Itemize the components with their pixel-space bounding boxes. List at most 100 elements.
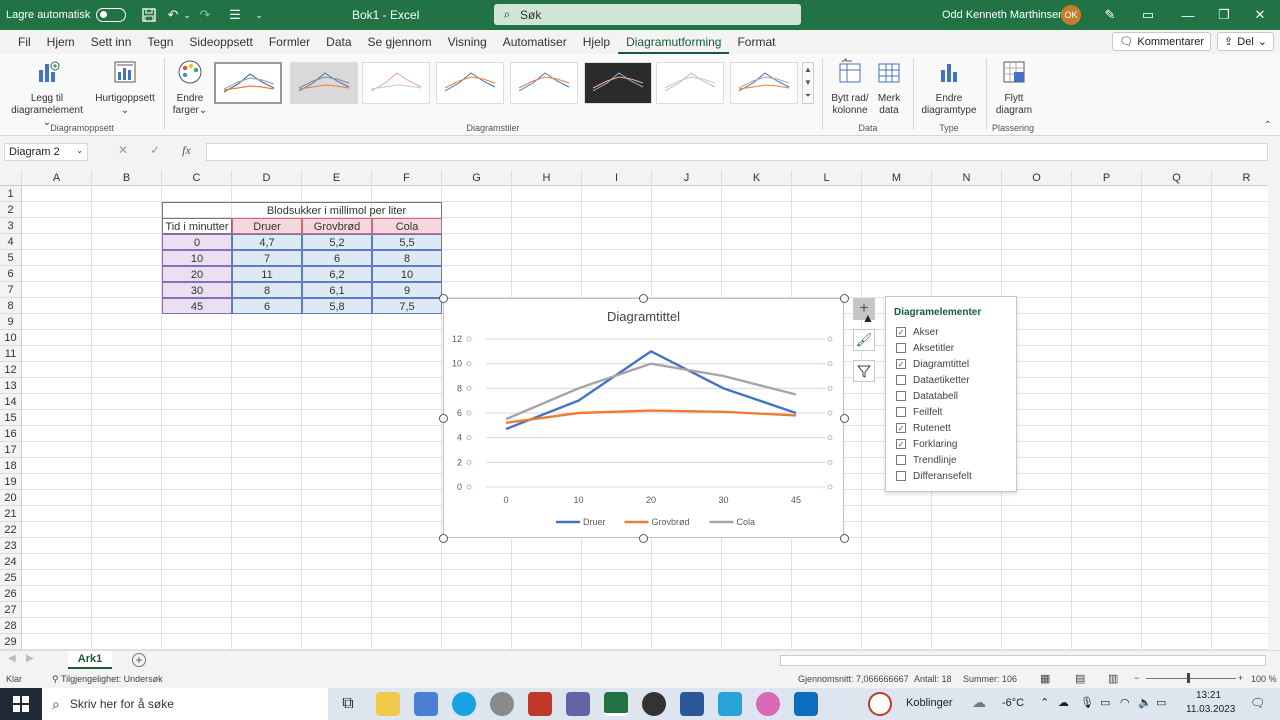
excel-icon[interactable] <box>604 692 628 716</box>
weather-temp[interactable]: -6°C <box>1002 697 1024 709</box>
page-break-icon[interactable]: ▥ <box>1108 672 1118 685</box>
zoom-in-icon[interactable]: + <box>1238 673 1243 683</box>
table-cell[interactable]: 10 <box>162 250 232 266</box>
maximize-icon[interactable]: ❐ <box>1214 5 1234 25</box>
table-header-series[interactable]: Cola <box>372 218 442 234</box>
autosave-toggle[interactable] <box>96 8 127 22</box>
resize-handle[interactable] <box>840 414 849 423</box>
row-header[interactable]: 15 <box>0 410 22 426</box>
column-header[interactable]: O <box>1002 170 1072 186</box>
table-cell[interactable]: 11 <box>232 266 302 282</box>
add-sheet-icon[interactable]: + <box>132 653 146 667</box>
app-icon[interactable] <box>718 692 742 716</box>
row-header[interactable]: 23 <box>0 538 22 554</box>
row-header[interactable]: 19 <box>0 474 22 490</box>
column-header[interactable]: P <box>1072 170 1142 186</box>
checkbox[interactable] <box>896 407 906 417</box>
resize-handle[interactable] <box>439 294 448 303</box>
taskbar-search[interactable]: ⌕ Skriv her for å søke <box>42 688 328 720</box>
row-header[interactable]: 7 <box>0 282 22 298</box>
tab-fil[interactable]: Fil <box>10 30 39 54</box>
search-box[interactable]: ⌕ Søk <box>494 4 801 25</box>
app-tray-icon[interactable]: ▭ <box>1100 696 1110 709</box>
chart-style-4[interactable] <box>436 62 504 104</box>
tab-tegn[interactable]: Tegn <box>139 30 181 54</box>
speaker-icon[interactable]: 🔈 <box>1138 696 1152 709</box>
chart-element-option[interactable]: ✓ Akser <box>896 325 939 339</box>
collapse-ribbon-icon[interactable]: ⌃ <box>1264 120 1272 131</box>
tab-automatiser[interactable]: Automatiser <box>495 30 575 54</box>
switch-row-column-button[interactable]: Bytt rad/ kolonne <box>828 58 872 117</box>
chart[interactable]: Diagramtittel 0 2 4 6 8 10 12 0 10 20 30 45 Druer Gro… <box>443 298 844 538</box>
outlook-icon[interactable] <box>794 692 818 716</box>
accessibility-status[interactable]: ⚲ Tilgjengelighet: Undersøk <box>52 674 163 685</box>
row-header[interactable]: 25 <box>0 570 22 586</box>
resize-handle[interactable] <box>639 294 648 303</box>
row-header[interactable]: 22 <box>0 522 22 538</box>
tab-diagramutforming[interactable]: Diagramutforming <box>618 30 730 54</box>
close-icon[interactable]: ✕ <box>1250 5 1270 25</box>
formula-input[interactable] <box>206 143 1268 161</box>
row-header[interactable]: 5 <box>0 250 22 266</box>
table-cell[interactable]: 0 <box>162 234 232 250</box>
column-header[interactable]: B <box>92 170 162 186</box>
file-explorer-icon[interactable] <box>376 692 400 716</box>
column-header[interactable]: M <box>862 170 932 186</box>
table-cell[interactable]: 8 <box>372 250 442 266</box>
microphone-icon[interactable]: 🎙 <box>1080 696 1094 709</box>
app-icon[interactable] <box>490 692 514 716</box>
resize-handle[interactable] <box>840 534 849 543</box>
row-header[interactable]: 12 <box>0 362 22 378</box>
chart-element-option[interactable]: Feilfelt <box>896 405 942 419</box>
row-header[interactable]: 8 <box>0 298 22 314</box>
table-cell[interactable]: 7 <box>232 250 302 266</box>
change-colors-button[interactable]: Endre farger⌄ <box>170 58 210 117</box>
row-header[interactable]: 17 <box>0 442 22 458</box>
column-header[interactable]: Q <box>1142 170 1212 186</box>
tab-format[interactable]: Format <box>729 30 783 54</box>
checkbox[interactable] <box>896 343 906 353</box>
chart-element-option[interactable]: Trendlinje <box>896 453 957 467</box>
table-cell[interactable]: 9 <box>372 282 442 298</box>
row-header[interactable]: 26 <box>0 586 22 602</box>
checkbox-checked[interactable]: ✓ <box>896 439 906 449</box>
fx-icon[interactable]: fx <box>182 143 191 158</box>
zoom-level[interactable]: 100 % <box>1251 674 1277 684</box>
column-header[interactable]: R <box>1212 170 1268 186</box>
zoom-slider-thumb[interactable] <box>1187 673 1190 683</box>
app-icon[interactable] <box>756 692 780 716</box>
chart-style-7[interactable] <box>656 62 724 104</box>
table-cell[interactable]: 6 <box>302 250 372 266</box>
sheet-tab-ark1[interactable]: Ark1 <box>68 651 112 669</box>
network-label[interactable]: Koblinger <box>906 697 952 709</box>
column-header[interactable]: A <box>22 170 92 186</box>
chart-element-option[interactable]: ✓ Forklaring <box>896 437 957 451</box>
column-header[interactable]: G <box>442 170 512 186</box>
tab-sett-inn[interactable]: Sett inn <box>83 30 140 54</box>
table-cell[interactable]: 10 <box>372 266 442 282</box>
quick-access-menu-icon[interactable]: ⌄ <box>248 4 270 26</box>
task-view-icon[interactable]: ⧉ <box>336 692 360 716</box>
table-cell[interactable]: 5,5 <box>372 234 442 250</box>
table-cell[interactable]: 45 <box>162 298 232 314</box>
column-header[interactable]: L <box>792 170 862 186</box>
table-cell[interactable]: 7,5 <box>372 298 442 314</box>
tab-formler[interactable]: Formler <box>261 30 318 54</box>
chart-style-3[interactable] <box>362 62 430 104</box>
column-header[interactable]: E <box>302 170 372 186</box>
battery-icon[interactable]: ▭ <box>1156 696 1166 709</box>
ribbon-display-icon[interactable]: ▭ <box>1138 5 1158 25</box>
checkbox-checked[interactable]: ✓ <box>896 359 906 369</box>
row-header[interactable]: 18 <box>0 458 22 474</box>
app-icon[interactable] <box>868 692 892 716</box>
row-header[interactable]: 11 <box>0 346 22 362</box>
customize-icon[interactable]: ☰ <box>224 4 246 26</box>
checkbox[interactable] <box>896 471 906 481</box>
column-header[interactable]: H <box>512 170 582 186</box>
resize-handle[interactable] <box>840 294 849 303</box>
tab-se-gjennom[interactable]: Se gjennom <box>360 30 440 54</box>
checkbox-checked[interactable]: ✓ <box>896 327 906 337</box>
app-icon[interactable] <box>642 692 666 716</box>
column-header[interactable]: F <box>372 170 442 186</box>
tab-hjelp[interactable]: Hjelp <box>575 30 618 54</box>
